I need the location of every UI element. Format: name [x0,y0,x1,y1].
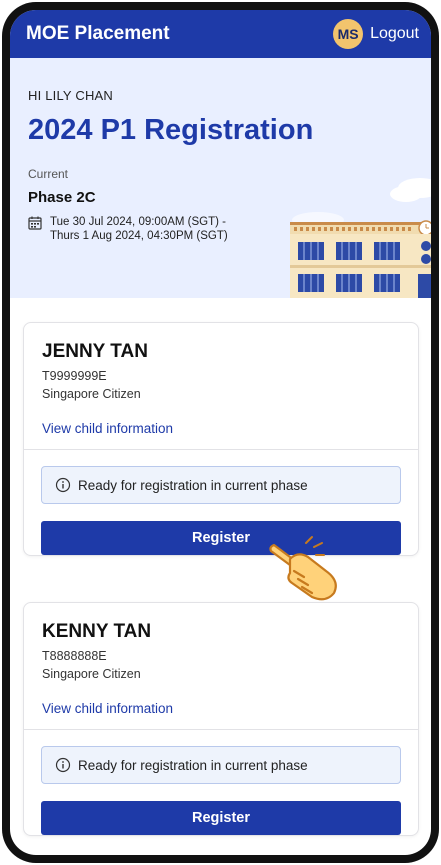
app-bar: MOE Placement MS Logout [10,10,431,58]
app-screen: MOE Placement MS Logout HI LILY CHAN 202… [10,10,431,855]
child-citizenship: Singapore Citizen [42,387,141,401]
status-text: Ready for registration in current phase [78,477,308,493]
register-button[interactable]: Register [41,521,401,555]
child-id: T9999999E [42,369,107,383]
status-text: Ready for registration in current phase [78,757,308,773]
child-name: KENNY TAN [42,621,152,642]
child-card: KENNY TAN T8888888E Singapore Citizen Vi… [23,602,419,836]
status-banner: Ready for registration in current phase [41,746,401,784]
info-icon [55,477,71,493]
hero-banner: HI LILY CHAN 2024 P1 Registration Curren… [10,58,431,298]
info-icon [55,757,71,773]
pointing-hand-icon [269,536,337,601]
date-start: Tue 30 Jul 2024, 09:00AM (SGT) - [50,216,226,228]
view-child-information-link[interactable]: View child information [42,701,400,716]
greeting: HI LILY CHAN [28,88,114,103]
child-citizenship: Singapore Citizen [42,667,141,681]
register-button[interactable]: Register [41,801,401,835]
calendar-icon [28,216,42,230]
phone-frame: MOE Placement MS Logout HI LILY CHAN 202… [2,2,439,863]
child-card: JENNY TAN T9999999E Singapore Citizen Vi… [23,322,419,556]
view-child-information-link[interactable]: View child information [42,421,400,436]
status-banner: Ready for registration in current phase [41,466,401,504]
avatar[interactable]: MS [333,19,364,49]
date-end: Thurs 1 Aug 2024, 04:30PM (SGT) [50,230,228,242]
child-name: JENNY TAN [42,341,148,362]
child-id: T8888888E [42,649,107,663]
school-building-illustration [290,178,431,298]
app-title: MOE Placement [26,23,170,44]
page-title: 2024 P1 Registration [28,114,314,146]
logout-link[interactable]: Logout [370,25,419,43]
